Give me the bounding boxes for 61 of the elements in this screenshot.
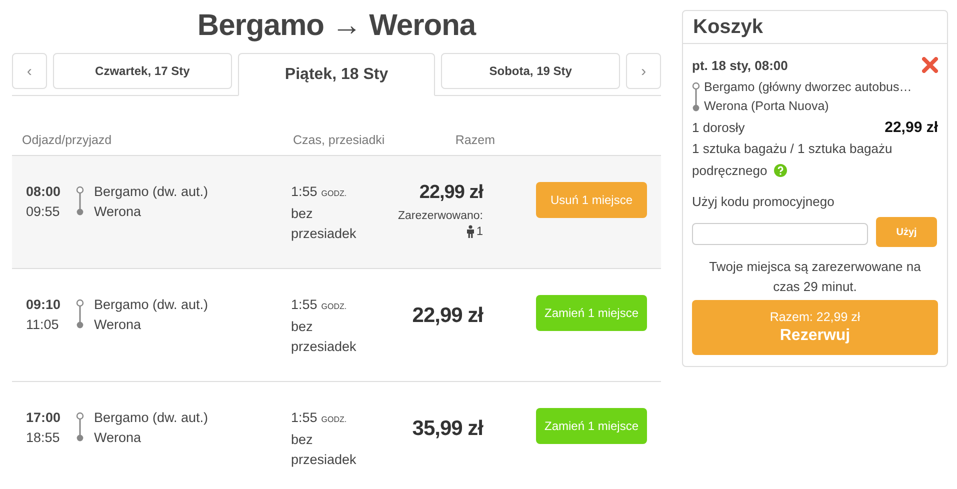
reserved-count: 1 — [476, 224, 483, 238]
remove-icon[interactable] — [922, 57, 938, 73]
connection-row[interactable]: 08:00 09:55 Bergamo (dw. aut.) Werona 1:55 GODZ. bez przesiadek 22,99 zł Zarezerwowano: 1 Usuń 1 miejsce — [12, 156, 661, 269]
duration: 1:55 — [291, 297, 318, 312]
next-day-button[interactable]: › — [626, 53, 662, 89]
arrival-stop: Werona — [94, 203, 142, 221]
departure-time: 08:00 — [26, 183, 62, 201]
date-tab[interactable]: Sobota, 19 Sty — [441, 53, 620, 89]
duration-unit: GODZ. — [321, 189, 347, 198]
departure-time: 17:00 — [26, 409, 62, 427]
transfers: bez przesiadek — [291, 431, 358, 469]
reservation-notice: Twoje miejsca są zarezerwowane na czas 29 minut. — [708, 258, 922, 296]
route-icon — [76, 299, 84, 329]
cart-title: Koszyk — [683, 11, 947, 44]
help-icon[interactable] — [774, 164, 787, 177]
arrival-time: 18:55 — [26, 429, 61, 447]
promo-label: Użyj kodu promocyjnego — [692, 194, 836, 209]
luggage-info: 1 sztuka bagażu / 1 sztuka bagażu — [692, 141, 892, 156]
remove-seat-button[interactable]: Usuń 1 miejsce — [536, 182, 647, 218]
price: 22,99 zł — [412, 305, 483, 327]
connection-row[interactable]: 09:10 11:05 Bergamo (dw. aut.) Werona 1:55 GODZ. bez przesiadek 22,99 zł Zamień 1 miejsce — [12, 269, 661, 382]
arrival-stop: Werona (Porta Nuova) — [704, 98, 830, 115]
duration-unit: GODZ. — [321, 415, 347, 424]
price: 22,99 zł — [419, 182, 483, 204]
departure-stop: Bergamo (dw. aut.) — [94, 409, 210, 427]
departure-stop: Bergamo (dw. aut.) — [94, 296, 210, 314]
departure-stop: Bergamo (główny dworzec autobus… — [704, 79, 912, 96]
person-icon — [466, 224, 476, 238]
page-title: Bergamo → Werona — [196, 8, 478, 44]
price: 35,99 zł — [412, 418, 483, 440]
previous-day-button[interactable]: ‹ — [12, 53, 47, 89]
column-header: Czas, przesiadki — [293, 133, 386, 147]
route-icon — [76, 186, 84, 216]
column-header: Odjazd/przyjazd — [21, 133, 113, 147]
date-tab[interactable]: Piątek, 18 Sty — [238, 53, 436, 96]
trip-date: pt. 18 sty, 08:00 — [692, 58, 788, 72]
connection-row[interactable]: 17:00 18:55 Bergamo (dw. aut.) Werona 1:55 GODZ. bez przesiadek 35,99 zł Zamień 1 miejsce — [12, 382, 661, 489]
book-button[interactable]: Razem: 22,99 zł Rezerwuj — [692, 300, 938, 355]
luggage-info: podręcznego — [692, 163, 768, 178]
swap-seat-button[interactable]: Zamień 1 miejsce — [536, 295, 647, 331]
duration-unit: GODZ. — [321, 302, 347, 311]
route-icon — [76, 412, 84, 442]
duration: 1:55 — [291, 410, 318, 425]
passengers: 1 dorosły — [692, 120, 745, 134]
arrival-stop: Werona — [94, 429, 142, 447]
date-tab[interactable]: Czwartek, 17 Sty — [52, 53, 232, 89]
route-icon — [692, 82, 700, 112]
arrival-stop: Werona — [94, 316, 142, 334]
swap-seat-button[interactable]: Zamień 1 miejsce — [536, 408, 647, 444]
transfers: bez przesiadek — [291, 205, 358, 243]
departure-stop: Bergamo (dw. aut.) — [94, 183, 210, 201]
duration: 1:55 — [291, 184, 318, 199]
cart-price: 22,99 zł — [884, 118, 938, 136]
reserved-label: Zarezerwowano: — [398, 210, 483, 222]
column-header: Razem — [454, 133, 495, 147]
departure-time: 09:10 — [26, 296, 62, 314]
arrival-time: 09:55 — [26, 203, 61, 221]
transfers: bez przesiadek — [291, 318, 358, 356]
apply-button[interactable]: Użyj — [876, 217, 937, 247]
arrival-time: 11:05 — [26, 316, 60, 334]
promo-code-field[interactable] — [692, 223, 868, 245]
